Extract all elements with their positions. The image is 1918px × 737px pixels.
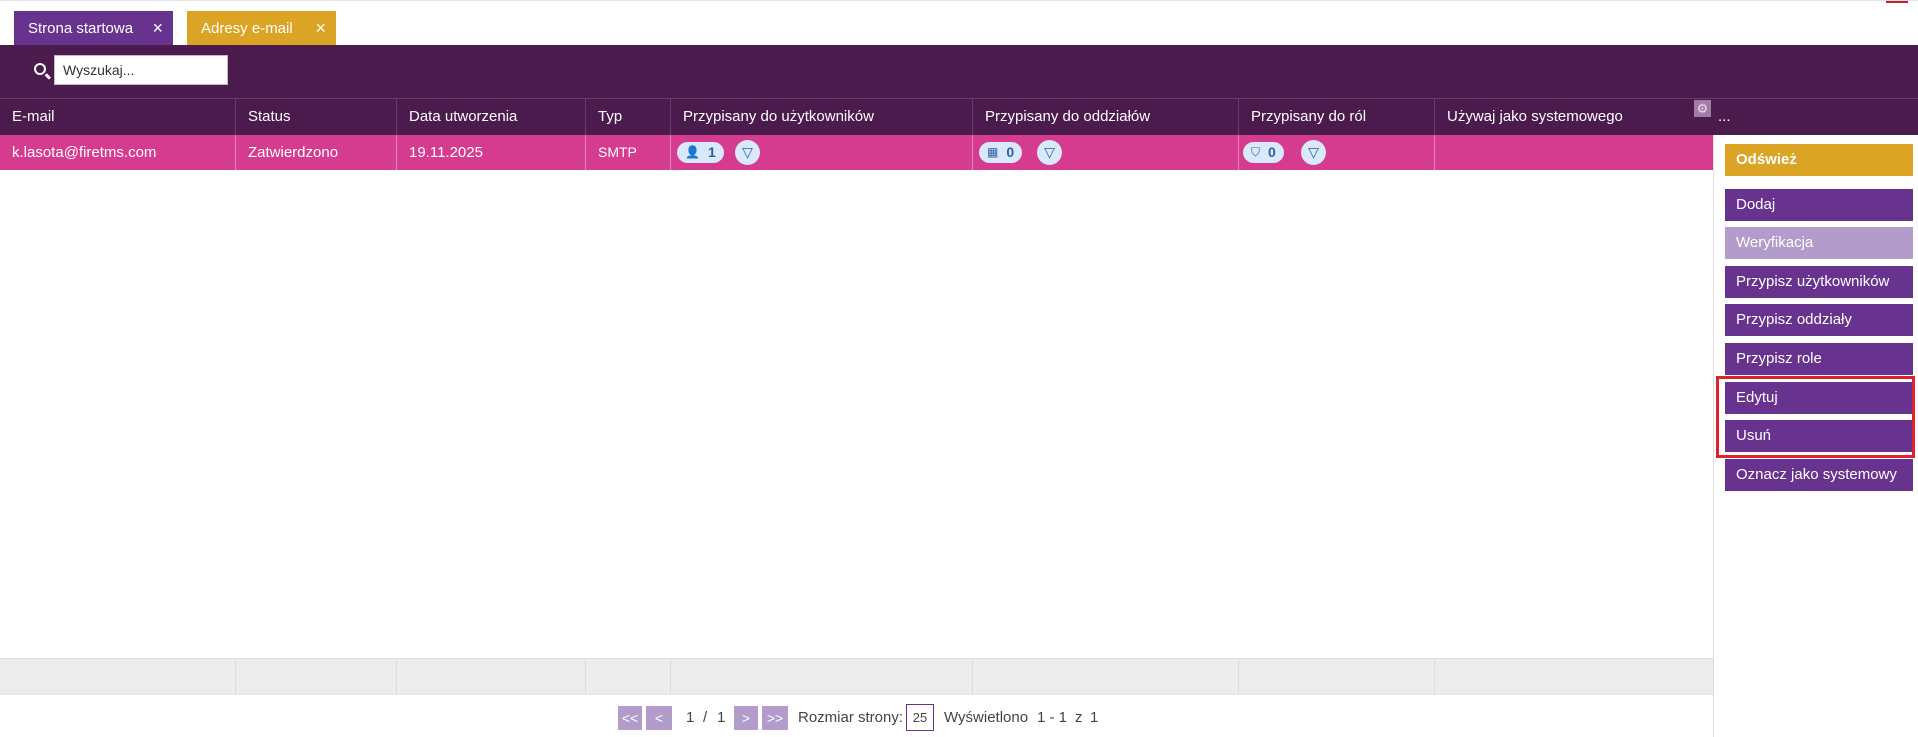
page-separator: / <box>703 709 708 726</box>
table-header: E-mail Status Data utworzenia Typ Przypi… <box>0 98 1918 135</box>
assigned-branches-value: 0 <box>1006 144 1015 160</box>
cell-email: k.lasota@firetms.com <box>0 135 236 170</box>
column-header-status[interactable]: Status <box>236 99 397 135</box>
assigned-roles-value: 0 <box>1268 144 1276 160</box>
column-header-system[interactable]: Używaj jako systemowego <box>1435 99 1713 135</box>
filter-icon[interactable]: ▽ <box>1301 140 1326 165</box>
user-icon: 👤 <box>685 145 700 159</box>
total-pages: 1 <box>717 709 726 726</box>
cell-assigned-roles: ⛉ 0 ▽ <box>1239 135 1435 170</box>
mark-system-button[interactable]: Oznacz jako systemowy <box>1725 459 1913 491</box>
column-header-email[interactable]: E-mail <box>0 99 236 135</box>
gear-icon[interactable]: ⚙ <box>1694 100 1711 117</box>
column-header-assigned-branches[interactable]: Przypisany do oddziałów <box>973 99 1239 135</box>
tab-email-addresses-label: Adresy e-mail <box>201 20 293 37</box>
last-page-button[interactable]: >> <box>762 706 788 730</box>
close-icon[interactable]: × <box>315 19 326 37</box>
search-icon <box>34 63 46 75</box>
page-size-input[interactable]: 25 <box>906 704 934 731</box>
search-toolbar <box>0 45 1918 98</box>
actions-sidebar: Odśwież Dodaj Weryfikacja Przypisz użytk… <box>1713 135 1918 737</box>
prev-page-button[interactable]: < <box>646 706 672 730</box>
edit-button[interactable]: Edytuj <box>1725 382 1913 414</box>
verify-button[interactable]: Weryfikacja <box>1725 227 1913 259</box>
cell-status: Zatwierdzono <box>236 135 397 170</box>
tab-home-label: Strona startowa <box>28 20 134 37</box>
assigned-branches-count[interactable]: ▦ 0 <box>979 142 1023 163</box>
cell-created: 19.11.2025 <box>397 135 586 170</box>
table-summary-row <box>0 658 1713 695</box>
current-page: 1 <box>686 709 695 726</box>
cell-type: SMTP <box>586 135 671 170</box>
assigned-roles-count[interactable]: ⛉ 0 <box>1243 142 1284 163</box>
assign-users-button[interactable]: Przypisz użytkowników <box>1725 266 1913 298</box>
cell-assigned-branches: ▦ 0 ▽ <box>973 135 1239 170</box>
filter-icon[interactable]: ▽ <box>735 140 760 165</box>
delete-button[interactable]: Usuń <box>1725 420 1913 452</box>
assign-roles-button[interactable]: Przypisz role <box>1725 343 1913 375</box>
shown-range: 1 - 1 <box>1037 709 1068 726</box>
shown-label: Wyświetlono <box>944 709 1029 726</box>
column-header-created[interactable]: Data utworzenia <box>397 99 586 135</box>
tab-bar: Strona startowa × Adresy e-mail × <box>0 0 1918 46</box>
cell-system <box>1435 135 1713 170</box>
filter-icon[interactable]: ▽ <box>1037 140 1062 165</box>
building-icon: ▦ <box>987 145 999 159</box>
search-input[interactable] <box>54 55 228 85</box>
assign-branches-button[interactable]: Przypisz oddziały <box>1725 304 1913 336</box>
total-records: 1 <box>1090 709 1099 726</box>
pagination: << < 1 / 1 > >> Rozmiar strony: 25 Wyświ… <box>0 694 1713 737</box>
cell-assigned-users: 👤 1 ▽ <box>671 135 973 170</box>
tab-email-addresses[interactable]: Adresy e-mail × <box>187 11 336 46</box>
column-header-type[interactable]: Typ <box>586 99 671 135</box>
column-header-assigned-users[interactable]: Przypisany do użytkowników <box>671 99 973 135</box>
of-label: z <box>1075 709 1083 726</box>
shield-icon: ⛉ <box>1251 145 1261 159</box>
close-icon[interactable]: × <box>152 19 163 37</box>
page-size-label: Rozmiar strony: <box>798 709 904 726</box>
window-corner-marker <box>1886 1 1908 3</box>
tab-home[interactable]: Strona startowa × <box>14 11 173 46</box>
assigned-users-value: 1 <box>707 144 716 160</box>
first-page-button[interactable]: << <box>618 706 642 730</box>
refresh-button[interactable]: Odśwież <box>1725 144 1913 176</box>
assigned-users-count[interactable]: 👤 1 <box>677 142 724 163</box>
column-header-assigned-roles[interactable]: Przypisany do ról <box>1239 99 1435 135</box>
more-columns[interactable]: ... <box>1718 99 1731 135</box>
next-page-button[interactable]: > <box>734 706 758 730</box>
add-button[interactable]: Dodaj <box>1725 189 1913 221</box>
table-row[interactable]: k.lasota@firetms.com Zatwierdzono 19.11.… <box>0 135 1713 170</box>
